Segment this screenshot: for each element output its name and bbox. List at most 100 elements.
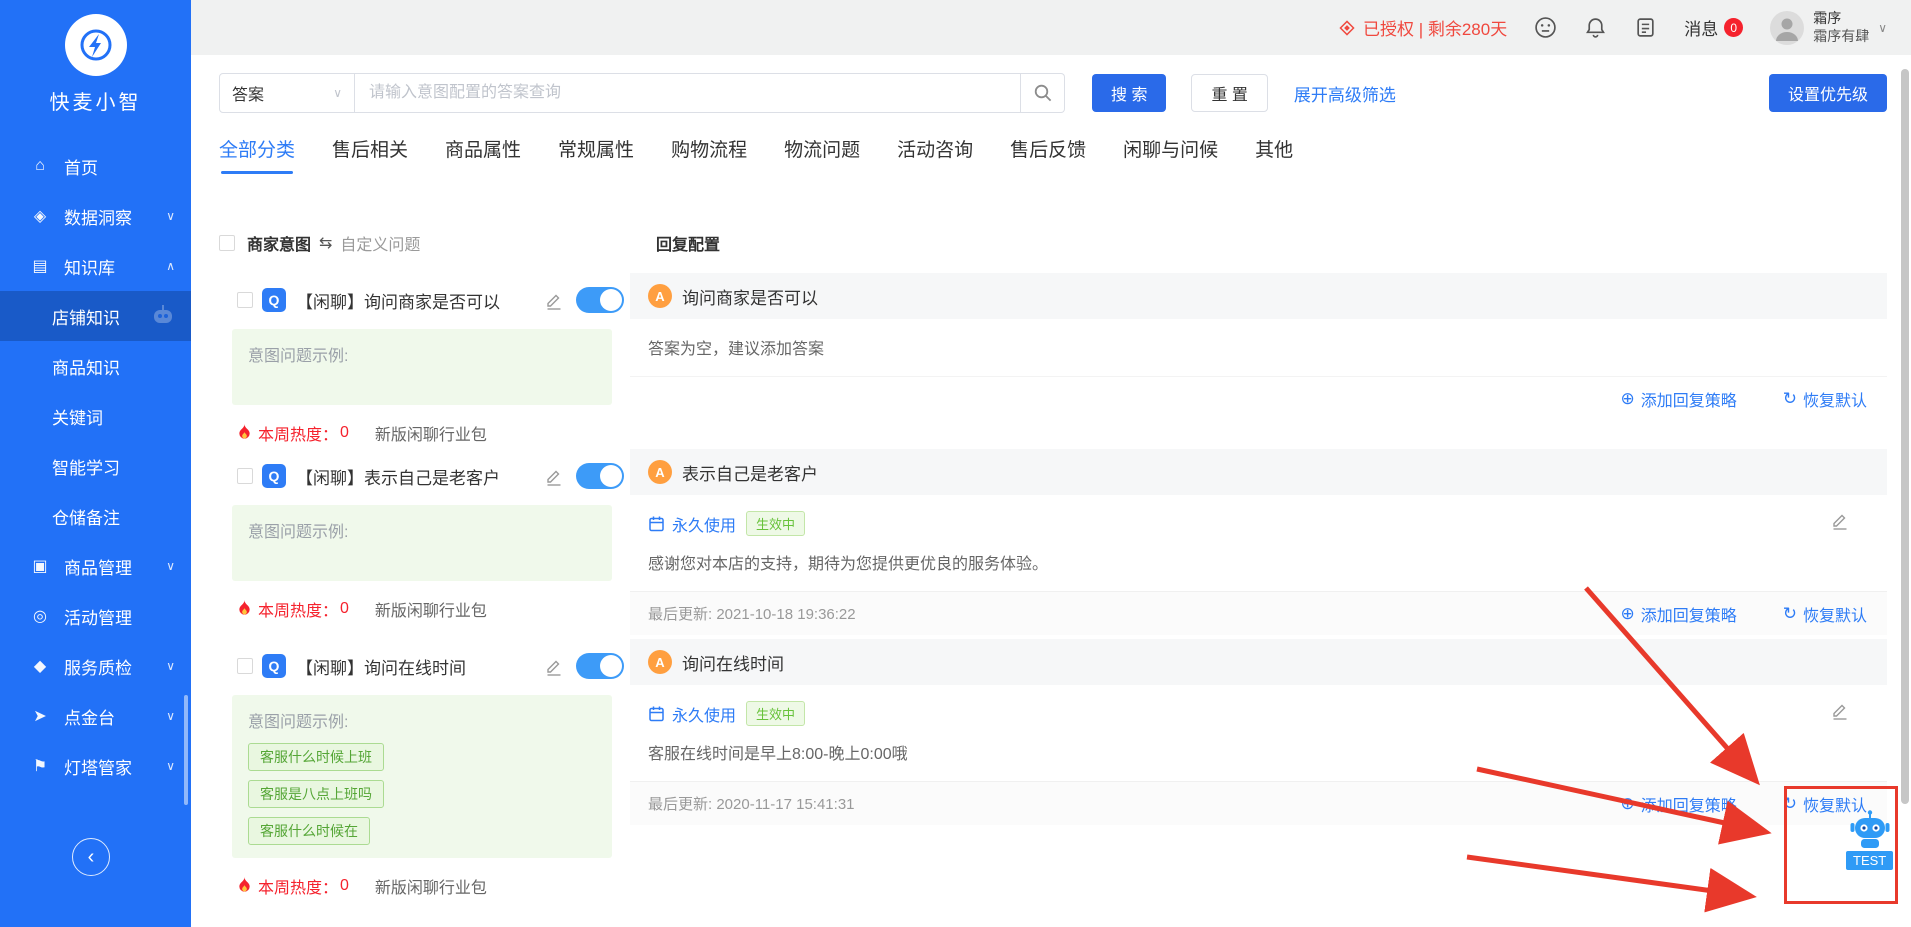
flame-icon	[239, 424, 250, 439]
examples-label: 意图问题示例:	[248, 348, 349, 365]
add-reply-strategy-link[interactable]: ⊕ 添加回复策略	[1620, 792, 1736, 816]
product-manage-icon: ▣	[32, 558, 48, 575]
sidebar-item-data-insight[interactable]: ◈ 数据洞察 ∨	[0, 191, 191, 241]
messages-label: 消息	[1684, 20, 1719, 39]
intent-enabled-toggle[interactable]	[576, 653, 624, 679]
sidebar-item-smart-learning[interactable]: 智能学习	[0, 441, 191, 491]
feedback-face-button[interactable]	[1534, 16, 1557, 39]
tab-other[interactable]: 其他	[1255, 135, 1293, 174]
test-assistant-widget[interactable]: TEST	[1846, 810, 1894, 870]
restore-default-label: 恢复默认	[1802, 607, 1867, 625]
tab-chitchat[interactable]: 闲聊与问候	[1123, 135, 1218, 174]
sidebar-item-label: 店铺知识	[52, 308, 120, 328]
reply-block: A 表示自己是老客户 永久使用 生效中 感谢您对本店的支持，期待为您提供更优良的…	[630, 449, 1887, 635]
chevron-down-icon: ∨	[1878, 20, 1887, 35]
user-names: 霜序 霜序有肆	[1813, 10, 1869, 45]
search-input[interactable]	[355, 73, 1021, 113]
select-all-checkbox[interactable]	[219, 235, 235, 251]
calendar-icon	[649, 516, 664, 532]
sidebar-item-keywords[interactable]: 关键词	[0, 391, 191, 441]
sidebar-item-product-knowledge[interactable]: 商品知识	[0, 341, 191, 391]
tab-all-categories[interactable]: 全部分类	[219, 135, 295, 174]
search-group: 答案 ∨	[219, 73, 1065, 113]
heat-value: 0	[340, 877, 349, 894]
last-updated: 最后更新: 2020-11-17 15:41:31	[648, 796, 855, 813]
category-tabs: 全部分类 售后相关 商品属性 常规属性 购物流程 物流问题 活动咨询 售后反馈 …	[219, 135, 1883, 174]
sidebar-item-label: 灯塔管家	[64, 758, 132, 778]
intent-list: 商家意图 ⇆ 自定义问题 回复配置 Q 【闲聊】询问商家是否可以 意图问题示例:…	[219, 226, 1887, 898]
edit-intent-button[interactable]	[545, 291, 563, 310]
search-field-value: 答案	[232, 87, 265, 104]
tab-general-attrs[interactable]: 常规属性	[558, 135, 634, 174]
intent-enabled-toggle[interactable]	[576, 463, 624, 489]
tab-shopping-flow[interactable]: 购物流程	[671, 135, 747, 174]
search-button[interactable]: 搜 索	[1092, 74, 1167, 112]
sidebar-item-activity-manage[interactable]: ◎ 活动管理	[0, 591, 191, 641]
set-priority-button[interactable]: 设置优先级	[1768, 74, 1887, 112]
row-checkbox[interactable]	[237, 658, 253, 674]
sidebar-collapse-button[interactable]: ‹	[72, 838, 110, 876]
col-custom-question[interactable]: 自定义问题	[340, 231, 420, 255]
page-scrollbar[interactable]	[1901, 69, 1909, 804]
validity-line: 永久使用 生效中	[648, 701, 1867, 726]
intent-row: Q 【闲聊】询问商家是否可以 意图问题示例: 本周热度： 0 新版闲聊行业包 A…	[219, 273, 1887, 445]
reply-config: A 询问商家是否可以 答案为空，建议添加答案 ⊕ 添加回复策略 ↻ 恢复默认	[630, 273, 1887, 445]
sidebar-item-label: 活动管理	[64, 608, 132, 628]
sidebar-item-label: 数据洞察	[64, 208, 132, 228]
restore-default-link[interactable]: ↻ 恢复默认	[1783, 602, 1867, 626]
notifications-button[interactable]	[1584, 16, 1607, 39]
add-reply-strategy-link[interactable]: ⊕ 添加回复策略	[1620, 602, 1736, 626]
swap-icon[interactable]: ⇆	[319, 233, 332, 253]
sidebar-scrollbar[interactable]	[184, 695, 188, 805]
edit-reply-button[interactable]	[1831, 511, 1849, 530]
tab-after-sales[interactable]: 售后相关	[332, 135, 408, 174]
sidebar-item-lighthouse[interactable]: ⚑ 灯塔管家 ∨	[0, 741, 191, 791]
user-org: 霜序有肆	[1813, 27, 1870, 44]
edit-intent-button[interactable]	[545, 467, 563, 486]
reset-button[interactable]: 重 置	[1191, 74, 1268, 112]
knowledge-icon: ▤	[32, 258, 48, 275]
search-icon-button[interactable]	[1021, 73, 1065, 113]
messages-count-badge: 0	[1724, 18, 1744, 37]
tab-activity-consult[interactable]: 活动咨询	[897, 135, 973, 174]
row-checkbox[interactable]	[237, 468, 253, 484]
intent-enabled-toggle[interactable]	[576, 287, 624, 313]
advanced-filter-link[interactable]: 展开高级筛选	[1294, 81, 1396, 106]
examples-label: 意图问题示例:	[248, 524, 349, 541]
sidebar-item-service-quality[interactable]: ◆ 服务质检 ∨	[0, 641, 191, 691]
sidebar-item-home[interactable]: ⌂ 首页	[0, 141, 191, 191]
sidebar-item-knowledge[interactable]: ▤ 知识库 ∧	[0, 241, 191, 291]
sidebar-item-warehouse-notes[interactable]: 仓储备注	[0, 491, 191, 541]
row-checkbox[interactable]	[237, 292, 253, 308]
search-field-select[interactable]: 答案 ∨	[219, 73, 355, 113]
sidebar-item-shop-knowledge[interactable]: 店铺知识	[0, 291, 191, 341]
robot-icon	[1850, 810, 1890, 848]
restore-default-link[interactable]: ↻ 恢复默认	[1783, 387, 1867, 411]
package-name: 新版闲聊行业包	[374, 603, 487, 620]
tab-logistics[interactable]: 物流问题	[784, 135, 860, 174]
sidebar-item-product-manage[interactable]: ▣ 商品管理 ∨	[0, 541, 191, 591]
add-reply-strategy-link[interactable]: ⊕ 添加回复策略	[1620, 387, 1736, 411]
intent-row: Q 【闲聊】询问在线时间 意图问题示例: 客服什么时候上班 客服是八点上班吗 客…	[219, 639, 1887, 898]
ghost-robot-icon	[154, 305, 172, 323]
sidebar-item-dianjintai[interactable]: ➤ 点金台 ∨	[0, 691, 191, 741]
chevron-down-icon: ∨	[166, 659, 175, 673]
list-header-left: 商家意图 ⇆ 自定义问题	[219, 231, 630, 255]
reply-name: 表示自己是老客户	[682, 464, 818, 484]
edit-intent-button[interactable]	[545, 657, 563, 676]
edit-reply-button[interactable]	[1831, 701, 1849, 720]
sidebar-item-label: 知识库	[64, 258, 115, 278]
add-reply-strategy-label: 添加回复策略	[1640, 797, 1737, 815]
add-reply-strategy-label: 添加回复策略	[1640, 392, 1737, 410]
notes-button[interactable]	[1634, 16, 1657, 39]
sidebar-item-label: 智能学习	[52, 458, 120, 478]
tab-after-sales-feedback[interactable]: 售后反馈	[1010, 135, 1086, 174]
example-tag: 客服什么时候在	[248, 817, 370, 845]
last-updated: 最后更新: 2021-10-18 19:36:22	[648, 606, 856, 623]
package-name: 新版闲聊行业包	[374, 880, 487, 897]
user-menu[interactable]: 霜序 霜序有肆 ∨	[1770, 10, 1887, 45]
messages-button[interactable]: 消息 0	[1684, 15, 1744, 40]
reply-footer: ⊕ 添加回复策略 ↻ 恢复默认	[630, 376, 1887, 420]
tab-product-attrs[interactable]: 商品属性	[445, 135, 521, 174]
example-tags: 客服什么时候上班 客服是八点上班吗 客服什么时候在	[248, 743, 596, 845]
